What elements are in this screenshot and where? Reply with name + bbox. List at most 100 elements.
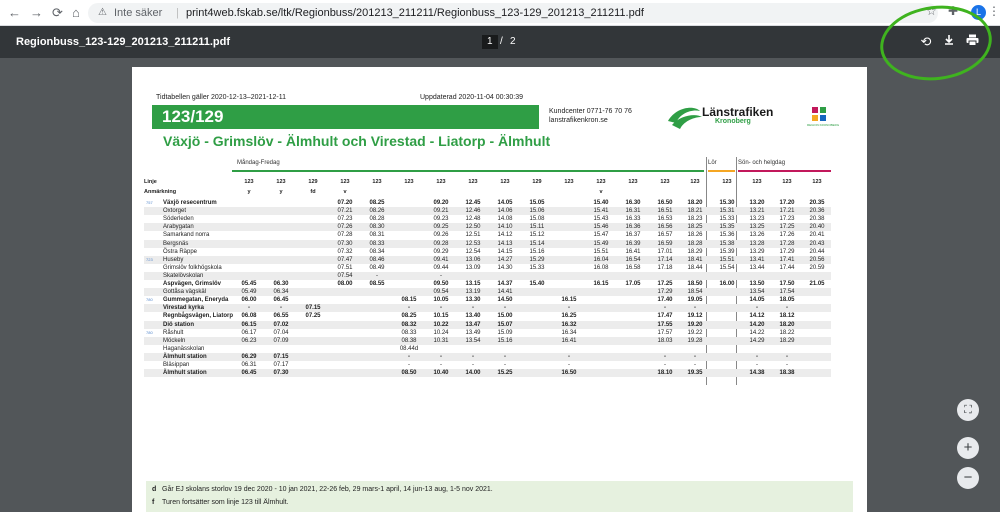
departure-time: 14.22	[749, 329, 765, 336]
departure-time: -	[756, 353, 758, 360]
saturday-line	[708, 170, 735, 172]
departure-time: 18.03	[657, 337, 673, 344]
download-icon[interactable]	[940, 33, 958, 51]
departure-time: 15.30	[719, 200, 735, 206]
stop-name: Arabygatan	[163, 224, 194, 231]
departure-time: 16.34	[561, 329, 577, 336]
departure-time: 15.40	[593, 200, 609, 206]
table-row: Östra Räppe 07.32 08.34 09.29 12.54 14.15 15.1…	[144, 248, 831, 256]
linje-label: Linje	[144, 179, 157, 185]
table-row: 780 Råshult 06.17 07.04 08.33 10.24 13.49 15.09…	[144, 329, 831, 337]
departure-time: -	[786, 353, 788, 360]
departure-time: 07.28	[337, 232, 353, 239]
departure-time: 05.45	[241, 281, 257, 287]
url-separator: |	[176, 7, 179, 19]
departure-time: 15.47	[593, 232, 609, 239]
departure-time: 13.30	[465, 297, 481, 304]
departure-time: 08.34	[369, 248, 385, 255]
print-icon[interactable]	[963, 33, 981, 51]
departure-time: 09.21	[433, 208, 449, 215]
departure-time: 16.08	[593, 264, 609, 271]
departure-time: 10.40	[433, 370, 449, 377]
departure-time: 18.21	[687, 208, 703, 215]
departure-time: 14.38	[749, 370, 765, 377]
column-remark: v	[343, 189, 347, 195]
departure-time: 15.39	[719, 248, 735, 255]
departure-time: 13.41	[749, 256, 765, 263]
departure-time: -	[504, 362, 506, 368]
warning-icon[interactable]: ⚠	[98, 3, 107, 23]
departure-time: 16.50	[657, 200, 673, 206]
departure-time: 16.33	[625, 216, 641, 223]
departure-time: 09.54	[433, 289, 449, 296]
star-icon[interactable]: ☆	[926, 4, 937, 18]
stop-name: Regnbågsvägen, Liatorp	[163, 313, 234, 320]
departure-time: 16.59	[657, 240, 673, 247]
departure-time: 17.47	[657, 313, 673, 320]
forward-icon[interactable]: →	[30, 5, 43, 21]
kebab-menu-icon[interactable]: ⋮	[988, 4, 1000, 18]
departure-time: 08.33	[369, 240, 385, 247]
departure-time: 12.48	[465, 216, 481, 223]
departure-time: -	[664, 305, 666, 312]
departure-time: 12.53	[465, 240, 481, 247]
departure-time: 16.15	[561, 297, 577, 304]
page-number-input[interactable]: 1	[482, 35, 498, 49]
departure-time: 07.26	[337, 224, 353, 231]
departure-time: 07.30	[273, 370, 289, 377]
departure-time: -	[568, 362, 570, 368]
table-row: Arabygatan 07.26 08.30 09.25 12.50 14.10 15.11…	[144, 223, 831, 232]
extension-icon[interactable]: ✚	[948, 4, 958, 18]
departure-time: 16.36	[625, 224, 641, 231]
departure-time: 17.21	[779, 208, 795, 215]
rotate-icon[interactable]: ⟲	[917, 33, 935, 51]
departure-time: 14.15	[497, 248, 513, 255]
departure-time: 17.50	[779, 281, 795, 287]
zoom-out-button[interactable]: −	[957, 467, 979, 489]
stop-name: Bläsippan	[163, 362, 190, 368]
table-row: Aspvägen, Grimslöv 05.45 06.30 08.00 08.55 09…	[144, 280, 831, 288]
departure-time: 15.54	[719, 264, 735, 271]
address-bar[interactable]: ⚠ Inte säker | print4web.fskab.se/ltk/Re…	[88, 3, 938, 23]
brand-sub: Kronoberg	[715, 118, 751, 125]
column-line-number: 123	[564, 179, 574, 185]
zone-number: 780	[146, 297, 153, 303]
zoom-in-button[interactable]: +	[957, 437, 979, 459]
url-text[interactable]: print4web.fskab.se/ltk/Regionbuss/201213…	[186, 3, 644, 23]
departure-time: -	[248, 305, 250, 312]
stop-name: Växjö resecentrum	[163, 200, 217, 206]
departure-time: 19.35	[687, 370, 703, 377]
reload-icon[interactable]: ⟳	[52, 5, 63, 21]
departure-time: 06.29	[241, 353, 257, 360]
departure-time: -	[280, 305, 282, 312]
departure-time: 16.57	[657, 232, 673, 239]
avatar[interactable]: L	[971, 5, 986, 20]
departure-time: 17.20	[779, 200, 795, 206]
departure-time: 18.44	[687, 264, 703, 271]
fit-page-icon[interactable]: ⛶	[957, 399, 979, 421]
table-row: Bergsnäs 07.30 08.33 09.28 12.53 14.13 15.14 15…	[144, 239, 831, 248]
departure-time: 14.00	[465, 370, 481, 377]
pdf-title: Regionbuss_123-129_201213_211211.pdf	[16, 36, 231, 48]
departure-time: -	[786, 362, 788, 368]
departure-time: 06.45	[241, 370, 257, 377]
departure-time: 12.46	[465, 208, 481, 215]
departure-time: 17.01	[657, 248, 673, 255]
departure-time: 13.06	[465, 256, 481, 263]
departure-time: 16.00	[719, 281, 735, 287]
route-title: Växjö - Grimslöv - Älmhult och Virestad …	[163, 133, 551, 149]
departure-time: 07.04	[273, 329, 289, 336]
table-row: 757 Växjö resecentrum 07.20 08.25 09.20 12.45…	[144, 199, 831, 207]
departure-time: 15.33	[719, 216, 735, 223]
departure-time: 13.20	[749, 200, 765, 206]
sunday-line	[738, 170, 831, 172]
departure-time: 15.51	[593, 248, 609, 255]
table-row: Älmhult station 06.45 07.30 08.50 10.40 14.00…	[144, 369, 831, 378]
back-icon[interactable]: ←	[8, 5, 21, 21]
departure-time: -	[568, 353, 570, 360]
security-label[interactable]: Inte säker	[114, 3, 162, 23]
pdf-toolbar: Regionbuss_123-129_201213_211211.pdf 1 /…	[0, 26, 1000, 58]
home-icon[interactable]: ⌂	[72, 5, 80, 21]
departure-time: -	[756, 305, 758, 312]
departure-time: 08.25	[369, 200, 385, 206]
